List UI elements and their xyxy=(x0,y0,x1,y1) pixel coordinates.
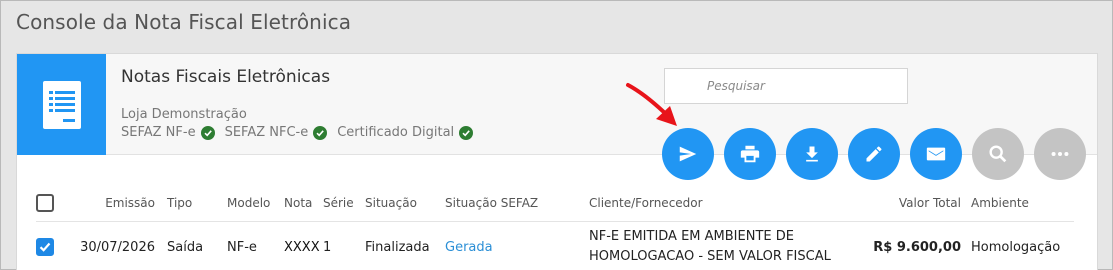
col-situacao[interactable]: Situação xyxy=(365,185,445,222)
col-emissao[interactable]: Emissão xyxy=(74,185,161,222)
document-list-icon xyxy=(42,80,81,129)
nfe-card: Notas Fiscais Eletrônicas Loja Demonstra… xyxy=(16,53,1098,270)
status-sefaz-nfce: SEFAZ NFC-e xyxy=(225,125,328,140)
cell-situacao-sefaz[interactable]: Gerada xyxy=(445,221,589,270)
status-label: SEFAZ NFC-e xyxy=(224,125,309,140)
col-situacao-sefaz[interactable]: Situação SEFAZ xyxy=(445,185,589,222)
status-label: SEFAZ NF-e xyxy=(121,125,196,140)
select-all-checkbox[interactable] xyxy=(36,193,54,212)
cell-valor-total: R$ 9.600,00 xyxy=(873,239,961,255)
nfe-logo xyxy=(17,54,106,155)
store-name: Loja Demonstração xyxy=(121,107,247,122)
cell-nota: XXXX xyxy=(284,239,320,255)
download-button[interactable] xyxy=(786,128,838,180)
more-icon xyxy=(1051,151,1069,157)
cell-modelo: NF-e xyxy=(227,239,257,255)
status-label: Certificado Digital xyxy=(337,125,455,140)
checkmark-icon xyxy=(39,243,51,253)
col-valor-total[interactable]: Valor Total xyxy=(839,185,969,222)
search-icon xyxy=(989,145,1007,163)
col-serie[interactable]: Série xyxy=(323,185,365,222)
search-button[interactable] xyxy=(972,128,1024,180)
col-tipo[interactable]: Tipo xyxy=(161,185,224,222)
col-cliente[interactable]: Cliente/Fornecedor xyxy=(589,185,839,222)
check-circle-icon xyxy=(459,125,474,140)
select-all-cell[interactable] xyxy=(36,185,74,222)
cell-situacao: Finalizada xyxy=(365,239,430,255)
edit-button[interactable] xyxy=(848,128,900,180)
page-title: Console da Nota Fiscal Eletrônica xyxy=(16,10,352,34)
col-modelo[interactable]: Modelo xyxy=(224,185,284,222)
cliente-line: NF-E EMITIDA EM AMBIENTE DE xyxy=(589,229,794,245)
card-title: Notas Fiscais Eletrônicas xyxy=(121,67,331,87)
annotation-arrow-icon xyxy=(626,83,677,126)
status-line: SEFAZ NF-e SEFAZ NFC-e Certificado Digit… xyxy=(121,125,483,140)
cell-serie: 1 xyxy=(323,239,332,255)
cliente-line: HOMOLOGACAO - SEM VALOR FISCAL xyxy=(589,249,831,265)
nfe-table: Emissão Tipo Modelo Nota Série Situação … xyxy=(36,185,1074,270)
table-row[interactable]: 30/07/2026 Saída NF-e XXXX 1 Finalizada … xyxy=(36,221,1074,270)
more-button[interactable] xyxy=(1034,128,1086,180)
col-ambiente[interactable]: Ambiente xyxy=(969,185,1074,222)
row-checkbox[interactable] xyxy=(36,238,54,257)
print-icon xyxy=(740,145,760,163)
col-nota[interactable]: Nota xyxy=(284,185,323,222)
download-icon xyxy=(806,146,818,162)
print-button[interactable] xyxy=(724,128,776,180)
check-circle-icon xyxy=(200,125,215,140)
email-button[interactable] xyxy=(910,128,962,180)
console-window: Console da Nota Fiscal Eletrônica Notas … xyxy=(0,0,1113,270)
send-icon xyxy=(679,146,697,162)
situacao-sefaz-link[interactable]: Gerada xyxy=(445,240,493,255)
cell-tipo: Saída xyxy=(167,239,204,255)
check-circle-icon xyxy=(313,125,328,140)
table-header-row: Emissão Tipo Modelo Nota Série Situação … xyxy=(36,185,1074,222)
cell-cliente: NF-E EMITIDA EM AMBIENTE DE HOMOLOGACAO … xyxy=(589,221,839,270)
email-icon xyxy=(926,147,946,161)
cell-ambiente: Homologação xyxy=(971,239,1061,255)
status-certificado: Certificado Digital xyxy=(337,125,474,140)
edit-icon xyxy=(866,146,882,162)
row-select-cell[interactable] xyxy=(36,221,74,270)
status-sefaz-nfe: SEFAZ NF-e xyxy=(121,125,215,140)
cell-emissao: 30/07/2026 xyxy=(80,239,155,255)
